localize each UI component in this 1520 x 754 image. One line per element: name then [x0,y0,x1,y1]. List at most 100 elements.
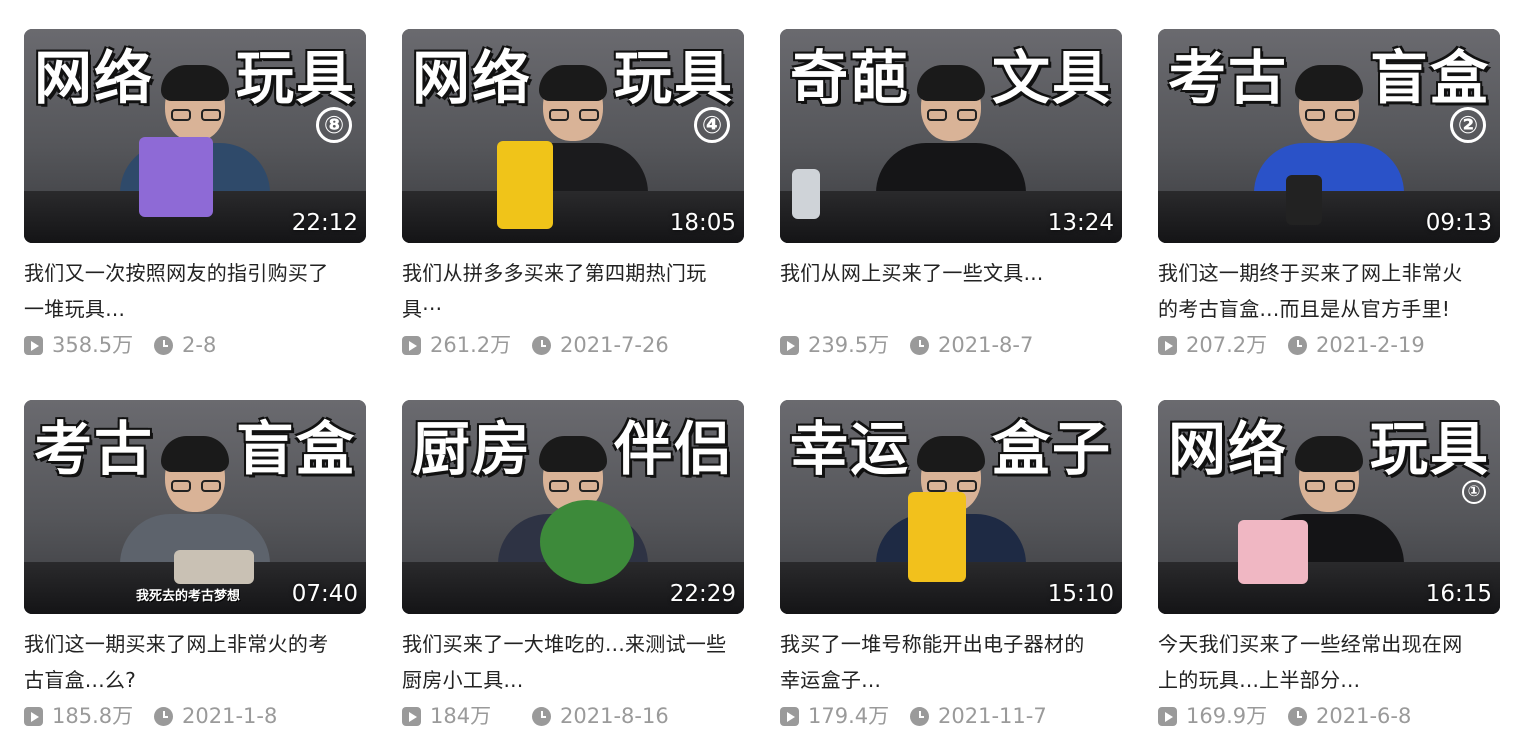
thumbnail-word-right: 盒子 [991,415,1112,483]
video-title-line: 我们又一次按照网友的指引购买了 [24,261,329,285]
video-title-line: 我们这一期买来了网上非常火的考 [24,632,329,656]
clock-icon [532,707,551,726]
video-duration: 07:40 [291,581,358,607]
video-meta: 179.4万 2021-11-7 [780,700,1122,732]
thumbnail-headline: 奇葩 文具 [780,41,1122,117]
video-thumbnail[interactable]: 幸运 盒子 15:10 [780,400,1122,614]
video-title[interactable]: 我们又一次按照网友的指引购买了 一堆玩具... [24,255,366,327]
video-thumbnail[interactable]: 考古 盲盒 我死去的考古梦想 07:40 [24,400,366,614]
product-prop [1238,520,1308,584]
thumbnail-subtitle: 我死去的考古梦想 [136,589,241,604]
clock-icon [1288,707,1307,726]
view-count: 207.2万 [1186,333,1268,357]
play-count-icon [24,707,43,726]
video-title-line: 我们这一期终于买来了网上非常火 [1158,261,1463,285]
video-title[interactable]: 我们这一期终于买来了网上非常火 的考古盲盒...而且是从官方手里! [1158,255,1500,327]
video-title-line: 我们从拼多多买来了第四期热门玩 [402,261,707,285]
thumbnail-word-left: 网络 [34,44,155,112]
clock-icon [910,336,929,355]
publish-date: 2021-8-16 [560,704,669,728]
thumbnail-word-left: 幸运 [790,415,911,483]
episode-badge: ② [1450,107,1486,143]
video-title-line: 我们从网上买来了一些文具... [780,261,1044,285]
video-title[interactable]: 我们买来了一大堆吃的...来测试一些 厨房小工具... [402,626,744,698]
play-count-icon [402,707,421,726]
video-thumbnail[interactable]: 网络 玩具 ① 16:15 [1158,400,1500,614]
thumbnail-headline: 网络 玩具 [402,41,744,117]
video-title-line: 我买了一堆号称能开出电子器材的 [780,632,1085,656]
play-count-icon [24,336,43,355]
product-prop [174,550,254,584]
publish-date: 2021-8-7 [938,333,1034,357]
video-title[interactable]: 我们这一期买来了网上非常火的考 古盲盒...么? [24,626,366,698]
clock-icon [532,336,551,355]
video-title[interactable]: 今天我们买来了一些经常出现在网 上的玩具...上半部分... [1158,626,1500,698]
product-prop [540,500,634,584]
product-prop [497,141,553,229]
video-card[interactable]: 幸运 盒子 15:10 我买了一堆号称能开出电子器材的 幸运盒子... 179.… [780,400,1122,750]
video-grid: 网络 玩具 ⑧ 22:12 我们又一次按照网友的指引购买了 一堆玩具... 35… [0,0,1520,754]
video-thumbnail[interactable]: 厨房 伴侣 22:29 [402,400,744,614]
video-meta: 358.5万 2-8 [24,329,366,361]
video-card[interactable]: 奇葩 文具 13:24 我们从网上买来了一些文具... 239.5万 2021-… [780,29,1122,379]
video-meta: 261.2万 2021-7-26 [402,329,744,361]
video-title[interactable]: 我们从网上买来了一些文具... [780,255,1122,291]
thumbnail-word-right: 玩具 [613,44,734,112]
video-meta: 207.2万 2021-2-19 [1158,329,1500,361]
video-thumbnail[interactable]: 网络 玩具 ④ 18:05 [402,29,744,243]
thumbnail-word-right: 玩具 [1369,415,1490,483]
video-duration: 22:12 [291,210,358,236]
publish-date: 2021-7-26 [560,333,669,357]
product-prop [1286,175,1322,225]
video-card[interactable]: 网络 玩具 ④ 18:05 我们从拼多多买来了第四期热门玩 具··· 261.2… [402,29,744,379]
view-count: 184万 [430,704,492,728]
thumbnail-word-left: 考古 [34,415,155,483]
thumbnail-word-right: 文具 [991,44,1112,112]
video-card[interactable]: 考古 盲盒 ② 09:13 我们这一期终于买来了网上非常火 的考古盲盒...而且… [1158,29,1500,379]
video-card[interactable]: 考古 盲盒 我死去的考古梦想 07:40 我们这一期买来了网上非常火的考 古盲盒… [24,400,366,750]
video-meta: 239.5万 2021-8-7 [780,329,1122,361]
video-duration: 13:24 [1047,210,1114,236]
thumbnail-word-left: 奇葩 [790,44,911,112]
thumbnail-word-left: 网络 [1168,415,1289,483]
thumbnail-headline: 网络 玩具 [24,41,366,117]
thumbnail-word-left: 厨房 [412,415,533,483]
video-card[interactable]: 厨房 伴侣 22:29 我们买来了一大堆吃的...来测试一些 厨房小工具... … [402,400,744,750]
video-meta: 169.9万 2021-6-8 [1158,700,1500,732]
thumbnail-word-left: 网络 [412,44,533,112]
thumbnail-word-right: 伴侣 [613,415,734,483]
view-count: 239.5万 [808,333,890,357]
video-duration: 15:10 [1047,581,1114,607]
view-count: 179.4万 [808,704,890,728]
view-count: 169.9万 [1186,704,1268,728]
video-card[interactable]: 网络 玩具 ① 16:15 今天我们买来了一些经常出现在网 上的玩具...上半部… [1158,400,1500,750]
video-thumbnail[interactable]: 奇葩 文具 13:24 [780,29,1122,243]
episode-badge: ④ [694,107,730,143]
play-count-icon [402,336,421,355]
video-title-line: 今天我们买来了一些经常出现在网 [1158,632,1463,656]
publish-date: 2021-11-7 [938,704,1047,728]
video-thumbnail[interactable]: 网络 玩具 ⑧ 22:12 [24,29,366,243]
play-count-icon [1158,336,1177,355]
thumbnail-word-left: 考古 [1168,44,1289,112]
view-count: 261.2万 [430,333,512,357]
publish-date: 2021-1-8 [182,704,278,728]
episode-badge: ① [1462,480,1486,504]
video-card[interactable]: 网络 玩具 ⑧ 22:12 我们又一次按照网友的指引购买了 一堆玩具... 35… [24,29,366,379]
video-title-line: 古盲盒...么? [24,668,137,692]
video-title-line: 厨房小工具... [402,668,524,692]
video-duration: 18:05 [669,210,736,236]
view-count: 358.5万 [52,333,134,357]
product-prop [792,169,820,219]
thumbnail-headline: 厨房 伴侣 [402,412,744,488]
video-meta: 184万 2021-8-16 [402,700,744,732]
video-thumbnail[interactable]: 考古 盲盒 ② 09:13 [1158,29,1500,243]
view-count: 185.8万 [52,704,134,728]
publish-date: 2021-6-8 [1316,704,1412,728]
video-title[interactable]: 我买了一堆号称能开出电子器材的 幸运盒子... [780,626,1122,698]
clock-icon [154,707,173,726]
video-title[interactable]: 我们从拼多多买来了第四期热门玩 具··· [402,255,744,327]
thumbnail-headline: 网络 玩具 [1158,412,1500,488]
play-count-icon [780,707,799,726]
video-title-line: 的考古盲盒...而且是从官方手里! [1158,297,1451,321]
